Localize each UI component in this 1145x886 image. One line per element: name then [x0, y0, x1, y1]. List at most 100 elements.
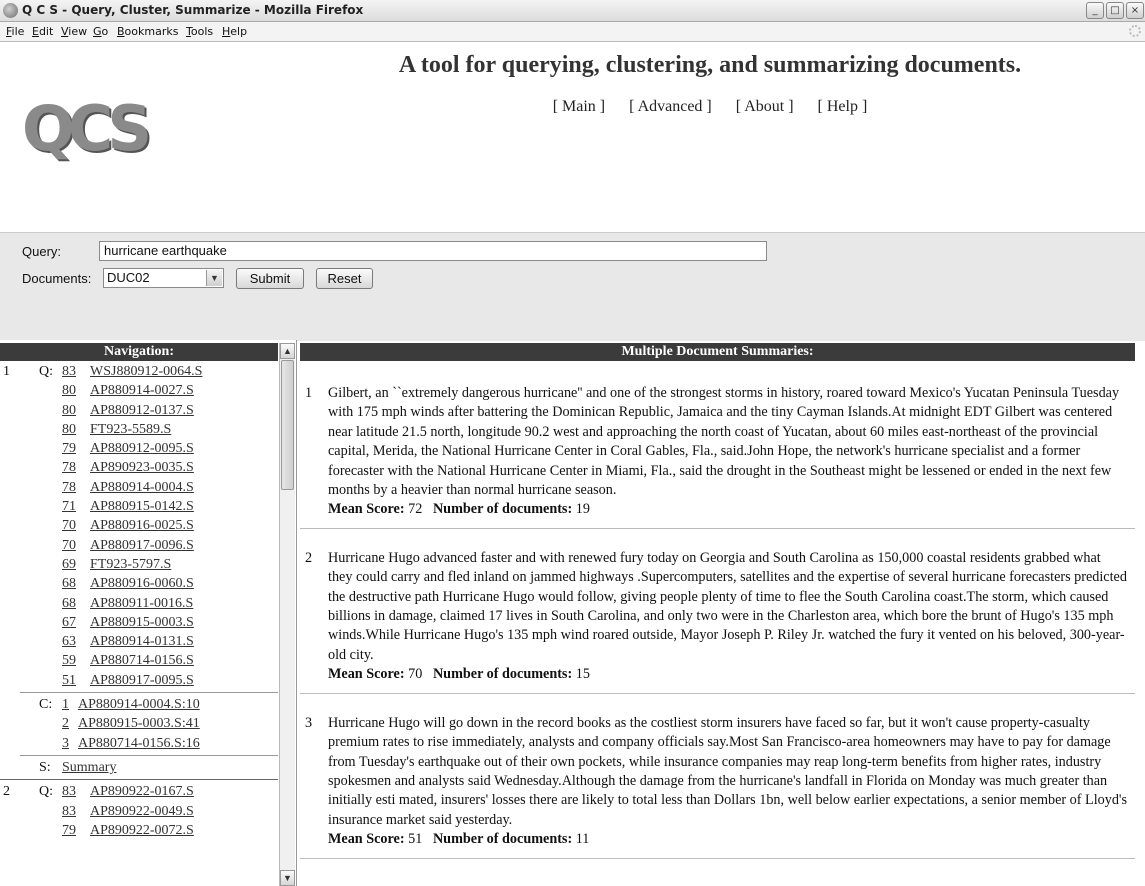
reset-button[interactable]: Reset [316, 268, 373, 289]
close-button[interactable]: × [1126, 2, 1144, 19]
nav-doc-link[interactable]: 67 AP880915-0003.S [0, 613, 278, 632]
num-docs-value: 11 [572, 831, 590, 848]
doc-id[interactable]: AP880916-0025.S [90, 518, 194, 533]
cluster-number[interactable]: 1 [62, 695, 78, 714]
nav-doc-link[interactable]: 83 AP890922-0049.S [0, 802, 278, 821]
doc-score[interactable]: 69 [62, 555, 90, 574]
menu-bookmarks[interactable]: Bookmarks [117, 25, 178, 38]
nav-doc-link[interactable]: 78 AP890923-0035.S [0, 458, 278, 477]
doc-id[interactable]: AP890923-0035.S [90, 460, 194, 475]
cluster-link[interactable]: 3 AP880714-0156.S:16 [0, 734, 278, 753]
doc-score[interactable]: 70 [62, 536, 90, 555]
doc-score[interactable]: 67 [62, 613, 90, 632]
documents-select[interactable]: DUC02 ▼ [103, 268, 224, 288]
doc-id[interactable]: AP880917-0096.S [90, 538, 194, 553]
doc-score[interactable]: 79 [62, 439, 90, 458]
cluster-doc[interactable]: AP880914-0004.S:10 [78, 697, 200, 712]
doc-id[interactable]: AP880714-0156.S [90, 653, 194, 668]
doc-score[interactable]: 70 [62, 516, 90, 535]
doc-score[interactable]: 68 [62, 574, 90, 593]
menu-tools[interactable]: Tools [186, 25, 213, 38]
query-input[interactable]: hurricane earthquake [99, 241, 767, 261]
nav-group: 1 Q: 83 WSJ880912-0064.S 80 AP880914-0027.S 80… [0, 362, 278, 781]
nav-doc-link[interactable]: 80 AP880912-0137.S [0, 401, 278, 420]
nav-doc-link[interactable]: 71 AP880915-0142.S [0, 497, 278, 516]
nav-doc-link[interactable]: 80 FT923-5589.S [0, 420, 278, 439]
doc-id[interactable]: AP890922-0049.S [90, 804, 194, 819]
nav-doc-link[interactable]: 69 FT923-5797.S [0, 555, 278, 574]
doc-id[interactable]: AP880912-0095.S [90, 441, 194, 456]
nav-doc-link[interactable]: 63 AP880914-0131.S [0, 632, 278, 651]
link-help[interactable]: [ Help ] [818, 98, 868, 115]
menu-file[interactable]: File [6, 25, 24, 38]
doc-score[interactable]: 79 [62, 821, 90, 840]
doc-score[interactable]: 80 [62, 420, 90, 439]
link-about[interactable]: [ About ] [736, 98, 794, 115]
doc-id[interactable]: AP880915-0142.S [90, 499, 194, 514]
menu-edit[interactable]: Edit [32, 25, 53, 38]
doc-score[interactable]: 83 [62, 782, 90, 801]
scroll-thumb[interactable] [281, 360, 294, 490]
link-main[interactable]: [ Main ] [553, 98, 605, 115]
doc-score[interactable]: 68 [62, 594, 90, 613]
doc-score[interactable]: 80 [62, 381, 90, 400]
nav-doc-link[interactable]: 80 AP880914-0027.S [0, 381, 278, 400]
nav-doc-link[interactable]: 68 AP880916-0060.S [0, 574, 278, 593]
nav-doc-link[interactable]: 59 AP880714-0156.S [0, 651, 278, 670]
cluster-number[interactable]: 3 [62, 734, 78, 753]
menu-help[interactable]: Help [222, 25, 247, 38]
summary-number: 2 [305, 549, 313, 566]
doc-id[interactable]: WSJ880912-0064.S [90, 364, 202, 379]
doc-id[interactable]: AP880916-0060.S [90, 576, 194, 591]
doc-id[interactable]: FT923-5797.S [90, 557, 171, 572]
nav-doc-link[interactable]: 68 AP880911-0016.S [0, 594, 278, 613]
mean-score-label: Mean Score: [328, 501, 405, 518]
doc-score[interactable]: 83 [62, 802, 90, 821]
cluster-doc[interactable]: AP880714-0156.S:16 [78, 736, 200, 751]
maximize-button[interactable]: □ [1106, 2, 1124, 19]
doc-score[interactable]: 71 [62, 497, 90, 516]
cluster-doc[interactable]: AP880915-0003.S:41 [78, 716, 200, 731]
doc-id[interactable]: FT923-5589.S [90, 422, 171, 437]
submit-button[interactable]: Submit [236, 268, 304, 289]
doc-id[interactable]: AP880917-0095.S [90, 673, 194, 688]
navigation-header: Navigation: [0, 343, 278, 361]
nav-doc-link[interactable]: 79 AP880912-0095.S [0, 439, 278, 458]
doc-id[interactable]: AP880911-0016.S [90, 596, 193, 611]
nav-doc-link[interactable]: 79 AP890922-0072.S [0, 821, 278, 840]
doc-id[interactable]: AP880915-0003.S [90, 615, 194, 630]
doc-score[interactable]: 80 [62, 401, 90, 420]
doc-id[interactable]: AP880914-0131.S [90, 634, 194, 649]
summary-link[interactable]: Summary [62, 760, 116, 775]
minimize-button[interactable]: _ [1086, 2, 1104, 19]
nav-doc-link[interactable]: 51 AP880917-0095.S [0, 671, 278, 690]
scroll-down-icon[interactable]: ▼ [280, 870, 295, 886]
doc-score[interactable]: 78 [62, 458, 90, 477]
query-label: Query: [22, 244, 62, 259]
divider [20, 754, 278, 756]
menu-view[interactable]: View [61, 25, 87, 38]
mean-score-value: 51 [404, 831, 433, 848]
cluster-number[interactable]: 2 [62, 714, 78, 733]
doc-id[interactable]: AP890922-0167.S [90, 784, 194, 799]
scroll-up-icon[interactable]: ▲ [280, 343, 295, 359]
doc-score[interactable]: 63 [62, 632, 90, 651]
nav-doc-link[interactable]: 70 AP880916-0025.S [0, 516, 278, 535]
nav-doc-link[interactable]: 78 AP880914-0004.S [0, 478, 278, 497]
doc-id[interactable]: AP880912-0137.S [90, 403, 194, 418]
doc-score[interactable]: 83 [62, 362, 90, 381]
nav-doc-link[interactable]: 70 AP880917-0096.S [0, 536, 278, 555]
summary-item: 1 Gilbert, an ``extremely dangerous hurri… [300, 364, 1135, 529]
doc-id[interactable]: AP880914-0027.S [90, 383, 194, 398]
doc-score[interactable]: 59 [62, 651, 90, 670]
doc-score[interactable]: 78 [62, 478, 90, 497]
doc-score[interactable]: 51 [62, 671, 90, 690]
navigation-scrollbar[interactable]: ▲ ▼ [279, 343, 295, 886]
doc-id[interactable]: AP890922-0072.S [90, 823, 194, 838]
cluster-link[interactable]: 2 AP880915-0003.S:41 [0, 714, 278, 733]
link-advanced[interactable]: [ Advanced ] [629, 98, 712, 115]
mean-score-label: Mean Score: [328, 666, 405, 683]
menu-go[interactable]: Go [93, 25, 108, 38]
chevron-down-icon[interactable]: ▼ [206, 270, 222, 286]
doc-id[interactable]: AP880914-0004.S [90, 480, 194, 495]
